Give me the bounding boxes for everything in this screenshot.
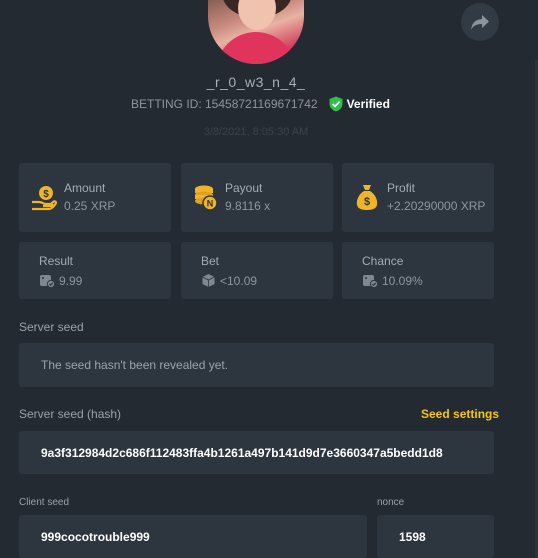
coin-hand-icon: $	[32, 186, 57, 211]
payout-card: N Payout 9.8116 x	[181, 163, 333, 232]
bet-card: Bet <10.09	[181, 242, 333, 299]
nonce-field[interactable]: 1598	[377, 515, 494, 558]
verified-badge: Verified	[328, 96, 390, 112]
amount-value: 0.25 XRP	[64, 199, 116, 213]
server-seed-hash-label: Server seed (hash)	[19, 407, 122, 421]
svg-text:$: $	[43, 189, 49, 200]
result-label: Result	[39, 254, 74, 268]
dice-check-icon	[363, 275, 378, 288]
bet-details-page: _r_0_w3_n_4_ BETTING ID: 154587211696717…	[0, 0, 538, 558]
betting-id: BETTING ID: 15458721169671742	[131, 97, 318, 111]
betting-id-row: BETTING ID: 15458721169671742 Verified	[131, 96, 390, 112]
username: _r_0_w3_n_4_	[206, 74, 306, 90]
chance-card: Chance 10.09%	[342, 242, 494, 299]
client-seed-field[interactable]: 999cocotrouble999	[19, 515, 367, 558]
shield-check-icon	[329, 96, 343, 112]
amount-card: $ Amount 0.25 XRP	[19, 163, 171, 232]
profit-value: +2.20290000 XRP	[387, 199, 486, 213]
amount-label: Amount	[64, 181, 106, 195]
avatar[interactable]	[208, 0, 304, 64]
client-seed-label: Client seed	[19, 497, 70, 508]
bet-value: <10.09	[220, 274, 258, 288]
server-seed-label: Server seed	[19, 320, 84, 334]
svg-text:$: $	[364, 196, 370, 208]
money-bag-icon: $	[356, 185, 378, 210]
result-value: 9.99	[59, 274, 83, 288]
bet-timestamp: 3/8/2021, 8:05:30 AM	[203, 126, 309, 138]
svg-text:N: N	[207, 199, 214, 209]
seed-settings-link[interactable]: Seed settings	[421, 407, 499, 421]
profit-label: Profit	[387, 181, 416, 195]
chance-value: 10.09%	[382, 274, 423, 288]
share-icon	[471, 15, 489, 30]
chance-label: Chance	[362, 254, 404, 268]
nonce-label: nonce	[377, 497, 405, 508]
share-button[interactable]	[461, 3, 499, 41]
server-seed-field: The seed hasn't been revealed yet.	[19, 343, 494, 387]
coin-stack-icon: N	[195, 185, 218, 211]
verified-label: Verified	[346, 97, 390, 111]
profit-card: $ Profit +2.20290000 XRP	[342, 163, 494, 232]
result-card: Result 9.99	[19, 242, 171, 299]
payout-label: Payout	[225, 181, 263, 195]
bet-label: Bet	[201, 254, 220, 268]
server-seed-hash-field[interactable]: 9a3f312984d2c686f112483ffa4b1261a497b141…	[19, 431, 494, 474]
payout-value: 9.8116 x	[225, 199, 271, 213]
dice-icon	[202, 274, 215, 287]
dice-check-icon	[40, 275, 55, 288]
